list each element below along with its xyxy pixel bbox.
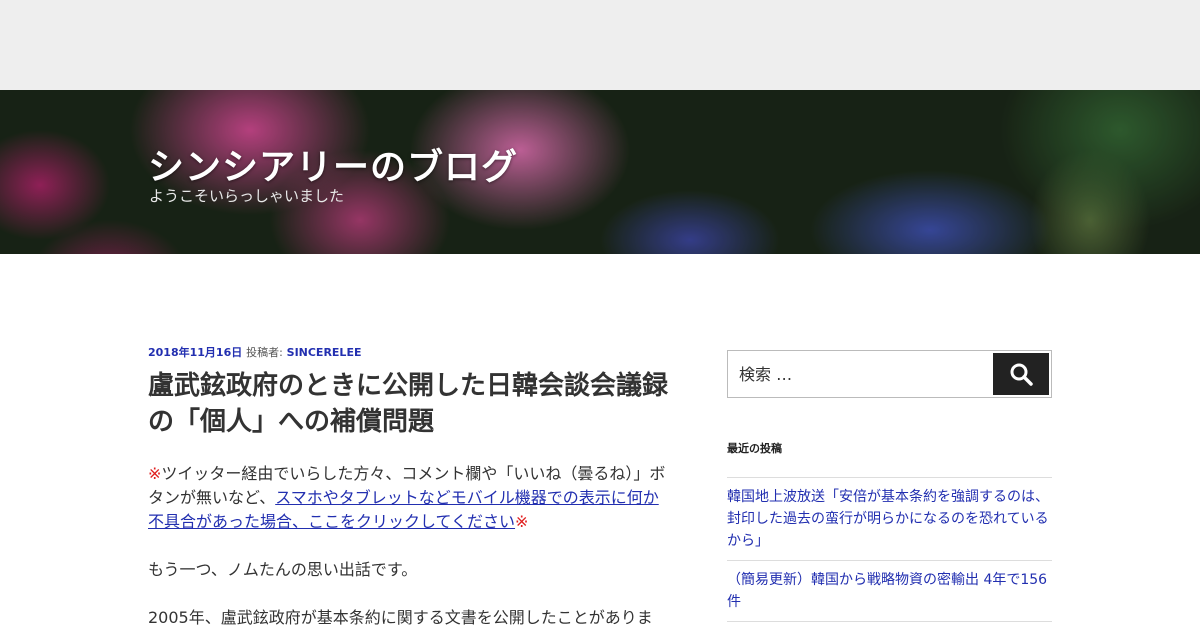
notice-mark-end: ※ — [515, 512, 529, 531]
search-button[interactable] — [993, 353, 1049, 395]
recent-post-link[interactable]: （簡易更新）韓国から戦略物資の密輸出 4年で156件 — [727, 572, 1047, 610]
recent-post-link[interactable]: 韓国地上波放送「安倍が基本条約を強調するのは、封印した過去の蛮行が明らかになるの… — [727, 489, 1049, 549]
recent-posts-list: 韓国地上波放送「安倍が基本条約を強調するのは、封印した過去の蛮行が明らかになるの… — [727, 477, 1052, 630]
site-title[interactable]: シンシアリーのブログ — [148, 138, 518, 190]
paragraph: もう一つ、ノムたんの思い出話です。 — [148, 560, 418, 579]
author-label: 投稿者: — [246, 346, 283, 359]
site-description: ようこそいらっしゃいました — [149, 187, 345, 205]
sidebar: 最近の投稿 韓国地上波放送「安倍が基本条約を強調するのは、封印した過去の蛮行が明… — [727, 350, 1052, 630]
recent-posts-title: 最近の投稿 — [727, 442, 782, 455]
post-date[interactable]: 2018年11月16日 — [148, 346, 242, 359]
list-item: （簡易更新）韓国から戦略物資の密輸出 4年で156件 — [727, 560, 1052, 621]
main-content: 2018年11月16日 投稿者: SINCERELEE 盧武鉉政府のときに公開し… — [148, 344, 670, 630]
site-header: シンシアリーのブログ ようこそいらっしゃいました — [0, 90, 1200, 254]
search-icon — [1010, 363, 1033, 386]
search-form — [727, 350, 1052, 398]
search-input[interactable] — [728, 351, 988, 397]
paragraph: 2005年、盧武鉉政府が基本条約に関する文書を公開したことがありま — [148, 608, 653, 627]
post-meta: 2018年11月16日 投稿者: SINCERELEE — [148, 344, 670, 360]
top-bar — [0, 0, 1200, 90]
post-author[interactable]: SINCERELEE — [287, 346, 362, 359]
post-body: ※ツイッター経由でいらした方々、コメント欄や「いいね（曇るね）」ボタンが無いなど… — [148, 462, 670, 630]
notice-mark: ※ — [148, 464, 162, 483]
mobile-notice: ※ツイッター経由でいらした方々、コメント欄や「いいね（曇るね）」ボタンが無いなど… — [148, 462, 670, 534]
list-item: 韓国地上波放送「安倍が基本条約を強調するのは、封印した過去の蛮行が明らかになるの… — [727, 477, 1052, 560]
list-item — [727, 621, 1052, 630]
post-title[interactable]: 盧武鉉政府のときに公開した日韓会談会議録の「個人」への補償問題 — [148, 368, 670, 440]
